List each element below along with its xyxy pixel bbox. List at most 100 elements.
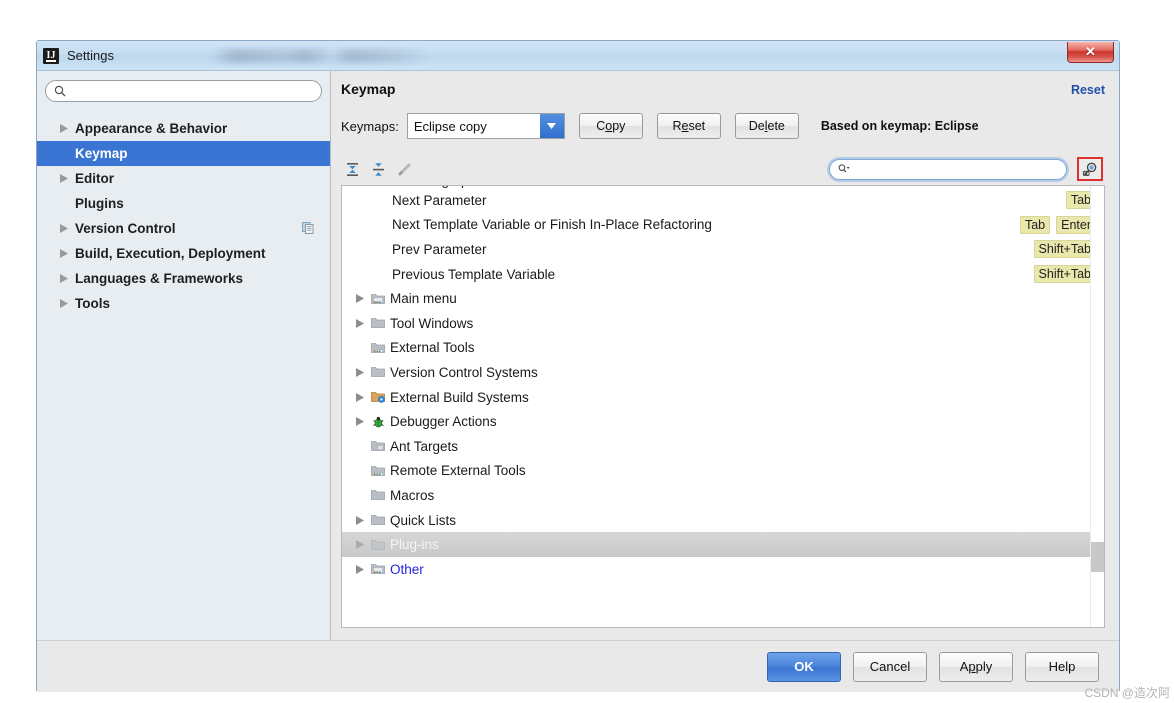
search-input[interactable] bbox=[70, 83, 313, 99]
keymap-group-row[interactable]: Remote External Tools bbox=[342, 459, 1104, 484]
close-icon[interactable]: ✕ bbox=[1067, 42, 1114, 63]
keymap-group-label: Debugger Actions bbox=[390, 414, 497, 430]
keymap-group-row[interactable]: Debugger Actions bbox=[342, 409, 1104, 434]
sidebar-item-languages-frameworks[interactable]: Languages & Frameworks bbox=[37, 266, 330, 291]
keymap-dropdown-value: Eclipse copy bbox=[413, 118, 487, 134]
keymap-group-row[interactable]: Version Control Systems bbox=[342, 360, 1104, 385]
keymap-group-label: Quick Lists bbox=[390, 512, 457, 528]
shortcut-badge: Shift+Tab bbox=[1033, 265, 1096, 284]
chevron-right-icon bbox=[57, 174, 71, 183]
chevron-right-icon bbox=[57, 224, 71, 233]
sidebar-item-build-execution-deployment[interactable]: Build, Execution, Deployment bbox=[37, 241, 330, 266]
tree-scrollbar[interactable] bbox=[1090, 186, 1104, 627]
expand-all-icon[interactable] bbox=[341, 158, 363, 180]
keymap-action-row[interactable]: Next Template Variable or Finish In-Plac… bbox=[342, 213, 1104, 238]
sidebar-item-version-control[interactable]: Version Control bbox=[37, 216, 330, 241]
keymap-group-row[interactable]: Plug-ins bbox=[342, 532, 1104, 557]
tree-scrollbar-thumb[interactable] bbox=[1091, 542, 1104, 572]
chevron-down-icon bbox=[539, 114, 564, 138]
panel-header: Keymap Reset bbox=[341, 81, 1105, 97]
reset-button[interactable]: Reset bbox=[656, 113, 721, 139]
search-icon bbox=[54, 85, 66, 97]
folder-icon bbox=[368, 513, 388, 527]
chevron-right-icon bbox=[57, 274, 71, 283]
chevron-right-icon bbox=[352, 318, 368, 328]
sidebar-search-wrap bbox=[37, 80, 330, 112]
sidebar-item-label: Tools bbox=[75, 296, 110, 311]
keymap-group-label: Other bbox=[390, 561, 424, 577]
bug-icon bbox=[368, 415, 388, 429]
search-dropdown-icon bbox=[838, 164, 850, 173]
window-title: Settings bbox=[67, 48, 114, 63]
copy-label-pre: C bbox=[596, 119, 606, 133]
collapse-all-icon[interactable] bbox=[367, 158, 389, 180]
sidebar-tree: Appearance & Behavior Keymap Editor Plugins… bbox=[37, 112, 330, 316]
help-button[interactable]: Help bbox=[1025, 651, 1099, 682]
keymap-group-label: External Build Systems bbox=[390, 389, 529, 405]
keymap-dropdown[interactable]: Eclipse copy bbox=[406, 113, 565, 139]
chevron-right-icon bbox=[352, 367, 368, 377]
shortcut-filter-input[interactable] bbox=[852, 161, 1058, 177]
sidebar-item-label: Plugins bbox=[75, 196, 124, 211]
keymap-group-row[interactable]: External Build Systems bbox=[342, 385, 1104, 410]
keymap-action-row[interactable]: Previous Template Variable Shift+Tab bbox=[342, 262, 1104, 287]
keymap-action-label: Next Parameter bbox=[392, 192, 487, 208]
sidebar-item-tools[interactable]: Tools bbox=[37, 291, 330, 316]
window-titlebar: IJ Settings ✕ bbox=[37, 41, 1119, 71]
intellij-logo-icon: IJ bbox=[43, 47, 59, 64]
folder-icon bbox=[368, 538, 388, 552]
keymap-group-row[interactable]: External Tools bbox=[342, 336, 1104, 361]
chevron-right-icon bbox=[352, 540, 368, 550]
page-title: Keymap bbox=[341, 81, 396, 97]
apply-button[interactable]: Apply bbox=[939, 651, 1013, 682]
keymap-group-label: Version Control Systems bbox=[390, 364, 538, 380]
chevron-right-icon bbox=[57, 249, 71, 258]
keymap-group-label: Plug-ins bbox=[390, 537, 439, 553]
shortcut-badge: Tab bbox=[1019, 215, 1051, 234]
keymap-group-row[interactable]: Other bbox=[342, 557, 1104, 582]
sidebar-item-editor[interactable]: Editor bbox=[37, 166, 330, 191]
keymap-group-row[interactable]: Macros bbox=[342, 483, 1104, 508]
keymap-action-tree[interactable]: Fill ParagraphNext ParameterTabNext Temp… bbox=[341, 185, 1105, 628]
sidebar-item-appearance-behavior[interactable]: Appearance & Behavior bbox=[37, 116, 330, 141]
keymap-action-label: Previous Template Variable bbox=[392, 266, 556, 282]
watermark: CSDN @造次阿 bbox=[1084, 686, 1170, 700]
sidebar-item-label: Editor bbox=[75, 171, 114, 186]
copy-button[interactable]: Copy bbox=[578, 113, 643, 139]
folder-icon bbox=[368, 365, 388, 379]
keymap-action-row[interactable]: Prev Parameter Shift+Tab bbox=[342, 237, 1104, 262]
chevron-right-icon bbox=[352, 392, 368, 402]
folder-build-icon bbox=[368, 390, 388, 404]
blurred-project-path bbox=[209, 48, 430, 63]
find-by-shortcut-icon[interactable] bbox=[1077, 157, 1103, 181]
shortcut-filter-field[interactable] bbox=[829, 158, 1067, 180]
reset-label-post: set bbox=[688, 119, 706, 133]
keymap-toolbar bbox=[341, 155, 1105, 183]
folder-menu-icon bbox=[368, 292, 388, 306]
sidebar-item-label: Build, Execution, Deployment bbox=[75, 246, 266, 261]
search-field[interactable] bbox=[45, 80, 322, 102]
sidebar-item-keymap[interactable]: Keymap bbox=[37, 141, 330, 166]
keymap-group-label: Tool Windows bbox=[390, 315, 474, 331]
keymap-group-row[interactable]: Quick Lists bbox=[342, 508, 1104, 533]
folder-tools-icon bbox=[368, 341, 388, 355]
keymap-action-row[interactable]: Next Parameter Tab bbox=[342, 188, 1104, 213]
shortcut-badges: Shift+Tab bbox=[1033, 265, 1096, 284]
delete-button[interactable]: Delete bbox=[734, 113, 799, 139]
keymap-group-label: Main menu bbox=[390, 291, 457, 307]
keymap-action-label: Next Template Variable or Finish In-Plac… bbox=[392, 217, 712, 233]
cancel-button[interactable]: Cancel bbox=[853, 651, 927, 682]
keymap-group-row[interactable]: Main menu bbox=[342, 286, 1104, 311]
reset-label-pre: R bbox=[672, 119, 682, 133]
keymap-group-row[interactable]: Tool Windows bbox=[342, 311, 1104, 336]
sidebar-item-label: Appearance & Behavior bbox=[75, 121, 228, 136]
reset-link[interactable]: Reset bbox=[1071, 83, 1105, 97]
apply-mnemonic: p bbox=[968, 659, 976, 674]
based-on-keymap-label: Based on keymap: Eclipse bbox=[820, 119, 979, 133]
keymap-group-row[interactable]: Ant Targets bbox=[342, 434, 1104, 459]
chevron-right-icon bbox=[352, 417, 368, 427]
settings-sidebar: Appearance & Behavior Keymap Editor Plugins… bbox=[37, 71, 331, 640]
folder-ant-icon bbox=[368, 439, 388, 453]
ok-button[interactable]: OK bbox=[767, 651, 841, 682]
sidebar-item-plugins[interactable]: Plugins bbox=[37, 191, 330, 216]
